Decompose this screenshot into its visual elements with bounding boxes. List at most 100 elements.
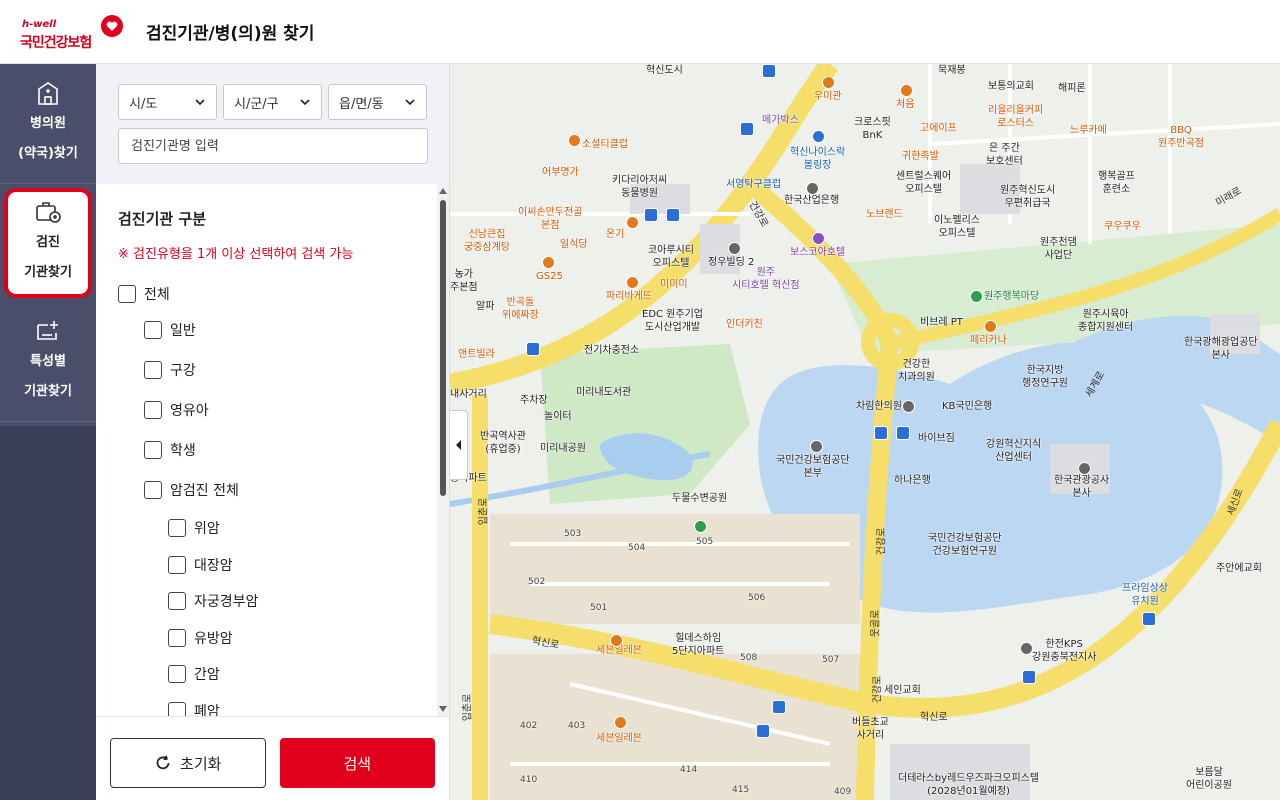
- checkbox[interactable]: [144, 441, 162, 459]
- bus-stop-icon[interactable]: [896, 426, 910, 440]
- checkbox-student[interactable]: 학생: [118, 430, 449, 470]
- map-label[interactable]: 건강한 치과의원: [898, 358, 935, 384]
- store-pin-icon[interactable]: [614, 716, 627, 729]
- map-label[interactable]: 신남큰집 궁중삼계탕: [464, 228, 510, 254]
- map-label[interactable]: 반곡역사관 (휴업중): [480, 430, 526, 456]
- building-pin-icon[interactable]: [728, 242, 741, 255]
- map-label[interactable]: 국민건강보험공단 본부: [776, 454, 850, 480]
- map-label[interactable]: 버들초교 사거리: [852, 716, 889, 742]
- map-label[interactable]: 이노펠리스 오피스텔: [934, 214, 980, 240]
- map-label[interactable]: 주차장: [520, 394, 548, 407]
- nav-hospital-pharmacy[interactable]: 병의원 (약국)찾기: [0, 64, 96, 184]
- checkbox-infant[interactable]: 영유아: [118, 390, 449, 430]
- map-label[interactable]: 크로스핏 BnK: [854, 116, 891, 142]
- map-label[interactable]: 소설티클럽: [582, 138, 628, 151]
- checkbox[interactable]: [118, 285, 136, 303]
- checkbox-cancer-all[interactable]: 암검진 전체: [118, 470, 449, 510]
- bus-stop-icon[interactable]: [1022, 670, 1036, 684]
- map-label[interactable]: 세븐일레븐: [596, 732, 642, 745]
- map-label[interactable]: 보름달 어린이공원: [1186, 766, 1232, 792]
- building-pin-icon[interactable]: [902, 400, 915, 413]
- restaurant-pin-icon[interactable]: [900, 84, 913, 97]
- map-label[interactable]: 강원혁신지식 산업센터: [986, 438, 1041, 464]
- map-label[interactable]: 한국산업은행: [784, 194, 839, 207]
- restaurant-pin-icon[interactable]: [568, 134, 581, 147]
- park-pin-icon[interactable]: [970, 290, 983, 303]
- checkbox-all[interactable]: 전체: [118, 278, 449, 310]
- map-label[interactable]: 한전KPS 강원충북전지사: [1032, 638, 1096, 664]
- search-button[interactable]: 검색: [279, 738, 435, 788]
- map-label[interactable]: GS25: [536, 270, 563, 283]
- map-label[interactable]: 파리바게뜨: [606, 290, 652, 303]
- restaurant-pin-icon[interactable]: [984, 320, 997, 333]
- checkbox[interactable]: [168, 555, 186, 574]
- restaurant-pin-icon[interactable]: [626, 276, 639, 289]
- building-pin-icon[interactable]: [806, 182, 819, 195]
- building-pin-icon[interactable]: [1020, 642, 1033, 655]
- bus-stop-icon[interactable]: [526, 342, 540, 356]
- map-label[interactable]: 이씨손만두전골 본점: [518, 206, 582, 232]
- map-label[interactable]: 서영탁구클럽: [726, 178, 781, 191]
- map-label[interactable]: 세인교회: [884, 684, 921, 697]
- checkbox-stomach-cancer[interactable]: 위암: [118, 510, 449, 547]
- nhis-logo[interactable]: h-well 국민건강보험: [0, 0, 130, 64]
- map-label[interactable]: 페리카나: [970, 334, 1007, 347]
- map-label[interactable]: BBQ 원주반곡점: [1158, 124, 1204, 150]
- map-label[interactable]: 보통의교회: [988, 80, 1034, 93]
- map-label[interactable]: 미리내공원: [540, 442, 586, 455]
- restaurant-pin-icon[interactable]: [626, 216, 639, 229]
- map-label[interactable]: 더테라스by레드우즈파크오피스텔 (2028년01월예정): [898, 772, 1039, 798]
- map-label[interactable]: 원주행복마당: [984, 290, 1039, 303]
- checkbox-lung-cancer[interactable]: 폐암: [118, 693, 449, 716]
- map-label[interactable]: 어부명가: [542, 166, 579, 179]
- map-view[interactable]: 혁신도시 우미관 처음 메가박스 크로스핏 BnK 고에이프 리을리을커피 로스터스…: [450, 64, 1280, 800]
- checkbox-general[interactable]: 일반: [118, 310, 449, 350]
- checkbox[interactable]: [144, 361, 162, 379]
- nav-special-institution[interactable]: 특성별 기관찾기: [0, 302, 96, 422]
- scroll-down-arrow-icon[interactable]: [439, 706, 447, 712]
- map-label[interactable]: 미미미: [660, 278, 688, 291]
- list-scrollbar[interactable]: [437, 184, 449, 716]
- map-label[interactable]: 코아루시티 오피스텔: [648, 244, 694, 270]
- scroll-thumb[interactable]: [440, 200, 446, 496]
- map-label[interactable]: 보스코아호텔: [790, 246, 845, 259]
- bus-stop-icon[interactable]: [666, 208, 680, 222]
- map-label[interactable]: 원주혁신도시 우편취급국: [1000, 184, 1055, 210]
- store-pin-icon[interactable]: [610, 634, 623, 647]
- map-label[interactable]: 키다리아저씨 동물병원: [612, 174, 667, 200]
- bus-stop-icon[interactable]: [874, 426, 888, 440]
- bus-stop-icon[interactable]: [756, 724, 770, 738]
- checkbox[interactable]: [168, 701, 186, 716]
- checkbox[interactable]: [144, 401, 162, 419]
- scroll-up-arrow-icon[interactable]: [439, 188, 447, 194]
- map-label[interactable]: 묵재봉: [938, 64, 966, 77]
- map-label[interactable]: 전기차충전소: [584, 344, 639, 357]
- map-label[interactable]: EDC 원주기업 도시산업개발: [642, 308, 703, 334]
- map-label[interactable]: 원주천댐 사업단: [1040, 236, 1077, 262]
- map-label[interactable]: 차림한의원: [856, 400, 902, 413]
- institution-name-input[interactable]: [118, 128, 428, 164]
- map-label[interactable]: 리을리을커피 로스터스: [988, 104, 1043, 130]
- reset-button[interactable]: 초기화: [110, 738, 266, 788]
- map-label[interactable]: 원주시육아 종합지원센터: [1078, 308, 1133, 334]
- map-label[interactable]: 국민건강보험공단 건강보험연구원: [928, 532, 1002, 558]
- map-label[interactable]: 미리내도서관: [576, 386, 631, 399]
- map-label[interactable]: 한국광해광업공단 본사: [1184, 336, 1258, 362]
- bus-stop-icon[interactable]: [644, 208, 658, 222]
- map-label[interactable]: 앤트빌라: [458, 348, 495, 361]
- checkbox-cervical-cancer[interactable]: 자궁경부암: [118, 583, 449, 620]
- checkbox[interactable]: [168, 665, 186, 684]
- bus-stop-icon[interactable]: [772, 700, 786, 714]
- map-label[interactable]: 온기: [606, 228, 624, 241]
- map-label[interactable]: 힐데스하임 5단지아파트: [672, 632, 724, 658]
- map-label[interactable]: 농가 주본점: [450, 268, 478, 294]
- map-label[interactable]: 해피론: [1058, 82, 1086, 95]
- restaurant-pin-icon[interactable]: [542, 256, 555, 269]
- map-label[interactable]: 처음: [896, 98, 914, 111]
- map-label[interactable]: 느루카메: [1070, 124, 1107, 137]
- map-label[interactable]: 메가박스: [762, 114, 799, 127]
- building-pin-icon[interactable]: [810, 440, 823, 453]
- checkbox[interactable]: [168, 628, 186, 647]
- checkbox-colon-cancer[interactable]: 대장암: [118, 547, 449, 584]
- map-label[interactable]: 은 주간 보호센터: [986, 142, 1023, 168]
